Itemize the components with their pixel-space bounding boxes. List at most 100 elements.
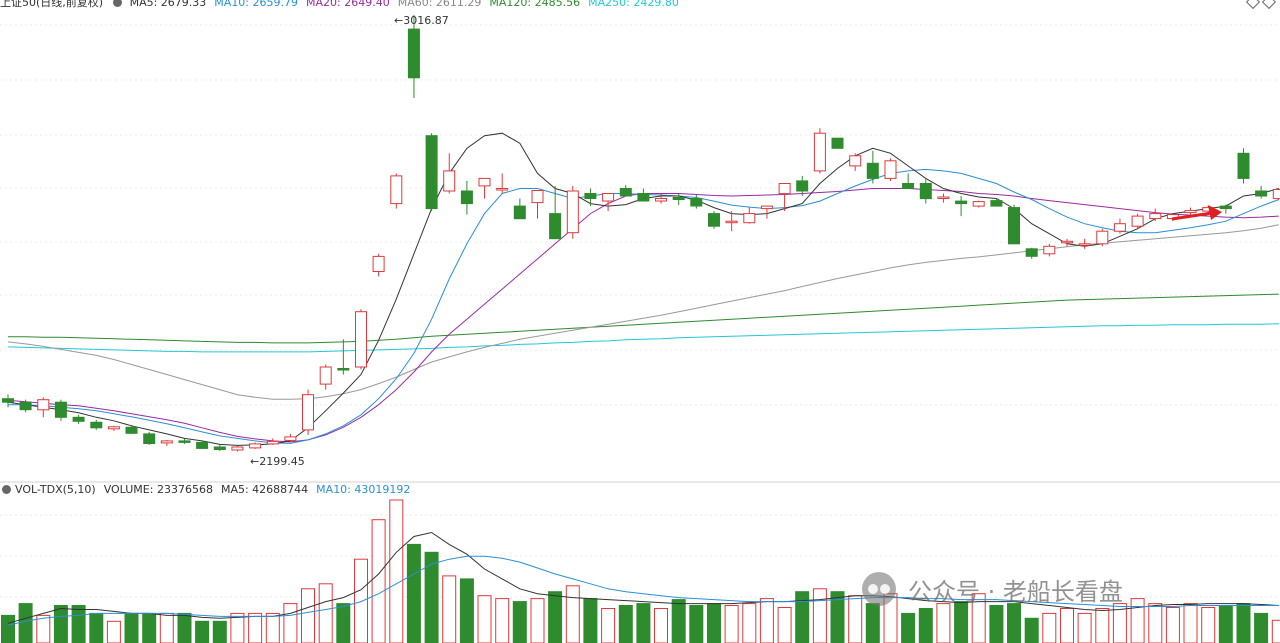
volume-bar-down xyxy=(142,612,157,643)
volume-bar-up xyxy=(812,588,827,643)
ma250-line xyxy=(7,323,1279,353)
volume-bar-down xyxy=(18,603,33,643)
candle-down xyxy=(513,205,526,220)
candle-up xyxy=(1061,240,1073,244)
volume-bar-down xyxy=(795,591,810,643)
candle-down xyxy=(619,188,632,197)
candle-up xyxy=(849,155,862,167)
volume-bar-down xyxy=(1218,605,1233,643)
volume-bar-up xyxy=(1130,598,1145,643)
candle-up xyxy=(1043,245,1056,255)
candle-up xyxy=(443,170,456,192)
candle-up xyxy=(266,440,279,445)
volume-bar-down xyxy=(53,605,68,643)
volume-bar-up xyxy=(283,603,298,643)
volume-bar-down xyxy=(512,601,527,643)
vol-ma5: MA5: 42688744 xyxy=(220,483,309,496)
vol-indicator: VOL-TDX(5,10) xyxy=(15,483,96,496)
candle-down xyxy=(196,441,209,449)
volume-bar-up xyxy=(601,608,616,643)
wechat-logo-icon xyxy=(862,572,896,606)
volume-bar-up xyxy=(1060,608,1074,643)
price-grid xyxy=(0,24,1280,406)
volume-bar-up xyxy=(1201,607,1216,643)
volume-bar-up xyxy=(1095,608,1110,643)
volume-bar-down xyxy=(865,603,880,643)
candle-down xyxy=(425,135,438,210)
volume-bar-down xyxy=(1,614,15,643)
candle-up xyxy=(602,193,615,202)
candle-up xyxy=(813,132,826,172)
volume-bar-down xyxy=(901,612,916,643)
volume-bar-down xyxy=(636,603,651,643)
ma-legend-item: MA5: 2679.33 xyxy=(129,0,207,9)
candle-up xyxy=(1131,215,1144,227)
candle-down xyxy=(584,193,597,199)
candle-down xyxy=(796,180,809,192)
volume-bar-up xyxy=(936,603,951,643)
volume-bar-down xyxy=(336,603,351,643)
volume-bar-down xyxy=(671,599,686,643)
volume-bar-up xyxy=(724,605,739,643)
vol-settings-circle-icon[interactable] xyxy=(2,485,11,494)
candle-down xyxy=(1237,152,1250,179)
volume-bar-up xyxy=(759,598,774,643)
candle-up xyxy=(372,255,385,272)
candle-down xyxy=(990,200,1003,207)
settings-circle-icon[interactable] xyxy=(113,0,123,7)
volume-legend: VOL-TDX(5,10) VOLUME: 23376568 MA5: 426887… xyxy=(0,483,425,497)
vol-value: VOLUME: 23376568 xyxy=(103,483,213,496)
ma-legend-item: MA120: 2485.56 xyxy=(489,0,581,9)
candle-up xyxy=(107,426,120,430)
candle-up xyxy=(496,188,509,191)
candle-up xyxy=(1272,189,1280,200)
candle-up xyxy=(390,175,403,205)
volume-bar-down xyxy=(1236,603,1251,643)
candle-down xyxy=(19,401,32,411)
candle-down xyxy=(955,200,968,205)
volume-bar-down xyxy=(195,620,210,643)
volume-bar-down xyxy=(424,551,439,643)
candle-down xyxy=(1025,248,1038,257)
candle-down xyxy=(902,183,915,189)
candle-down xyxy=(213,446,226,450)
ma10-line xyxy=(8,168,1279,444)
volume-bar-up xyxy=(318,583,333,643)
low-marker: ←2199.45 xyxy=(250,455,305,468)
candle-down xyxy=(1219,205,1232,210)
volume-bar-down xyxy=(707,603,721,643)
candle-down xyxy=(1255,190,1268,197)
volume-bar-down xyxy=(548,591,563,643)
candle-down xyxy=(178,440,191,443)
volume-bar-down xyxy=(689,605,704,643)
ma-lines xyxy=(7,132,1279,446)
volume-bar-up xyxy=(106,620,121,643)
candle-up xyxy=(655,198,667,202)
kline-chart[interactable]: ←3016.87 ←2199.45 xyxy=(0,0,1280,643)
candle-up xyxy=(302,394,314,431)
volume-bar-up xyxy=(371,519,386,643)
volume-bar-up xyxy=(530,598,545,643)
candle-down xyxy=(549,213,562,240)
candle-up xyxy=(1078,243,1091,246)
candle-down xyxy=(637,193,650,202)
ma-legend-item: MA10: 2659.79 xyxy=(214,0,298,9)
volume-bar-up xyxy=(265,612,280,643)
candle-down xyxy=(2,398,14,403)
candle-up xyxy=(531,190,544,204)
candle-down xyxy=(72,416,85,422)
volume-bar-down xyxy=(989,605,1004,643)
volume-bar-up xyxy=(742,603,757,643)
candle-down xyxy=(125,426,138,434)
volume-bar-up xyxy=(495,598,510,643)
volume-bar-down xyxy=(618,605,633,643)
candle-up xyxy=(1184,210,1197,214)
volume-bar-up xyxy=(654,608,668,643)
candle-up xyxy=(760,205,773,210)
volume-bar-down xyxy=(1007,603,1021,643)
candle-down xyxy=(866,162,879,179)
volume-bar-up xyxy=(565,585,580,643)
candle-down xyxy=(460,190,473,205)
ma-legend-item: MA250: 2429.80 xyxy=(588,0,679,9)
ma-legend-item: MA20: 2649.40 xyxy=(306,0,390,9)
